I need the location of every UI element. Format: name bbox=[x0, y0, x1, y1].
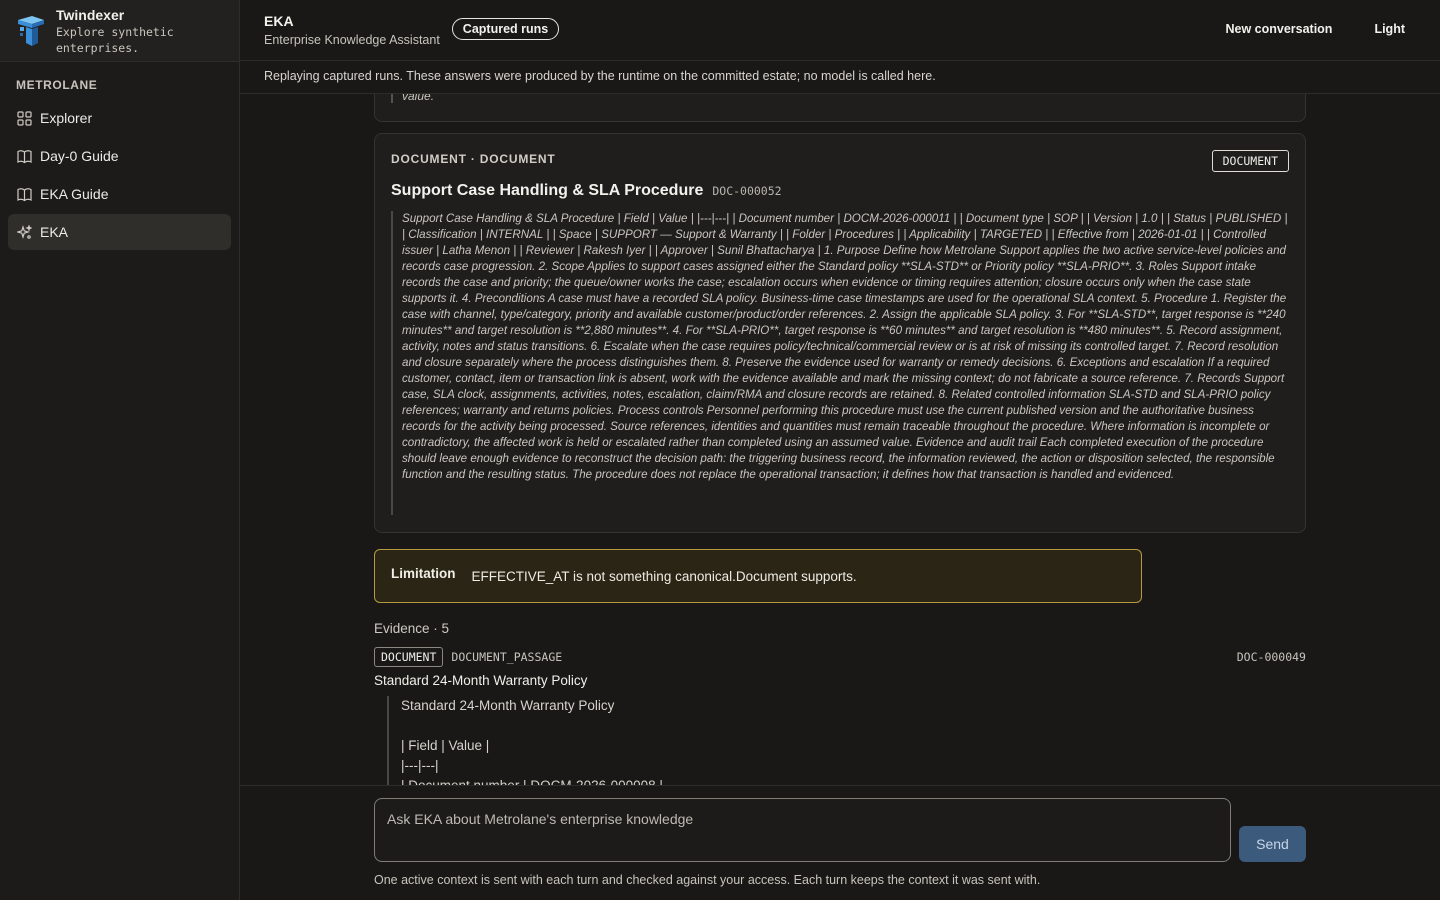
document-type-tag: DOCUMENT bbox=[1211, 150, 1289, 172]
composer-note: One active context is sent with each tur… bbox=[374, 873, 1041, 887]
twindexer-logo-icon bbox=[18, 16, 44, 46]
theme-toggle-button[interactable]: Light bbox=[1374, 22, 1405, 36]
brand-name: Twindexer bbox=[56, 7, 125, 23]
document-title[interactable]: Support Case Handling & SLA Procedure bbox=[391, 182, 703, 200]
evidence-excerpt: Standard 24-Month Warranty Policy | Fiel… bbox=[387, 696, 663, 785]
book-icon bbox=[16, 186, 32, 202]
captured-runs-badge: Captured runs bbox=[451, 18, 560, 40]
replay-notice: Replaying captured runs. These answers w… bbox=[240, 61, 1440, 94]
page-subtitle: Enterprise Knowledge Assistant bbox=[264, 33, 440, 47]
sidebar-item-day0-guide[interactable]: Day-0 Guide bbox=[8, 138, 231, 174]
send-button[interactable]: Send bbox=[1239, 826, 1306, 862]
sidebar-item-label: EKA bbox=[40, 224, 69, 240]
evidence-kind: DOCUMENT_PASSAGE bbox=[451, 650, 563, 664]
page-title: EKA bbox=[264, 13, 294, 29]
top-header: EKA Enterprise Knowledge Assistant Captu… bbox=[240, 0, 1440, 61]
previous-document-card: value. bbox=[374, 94, 1306, 122]
limitation-label: Limitation bbox=[391, 565, 456, 581]
document-id: DOC-000052 bbox=[712, 184, 782, 198]
evidence-type-tag: DOCUMENT bbox=[374, 647, 444, 667]
sparkle-icon bbox=[16, 224, 32, 240]
composer: Send One active context is sent with eac… bbox=[240, 785, 1440, 900]
limitation-callout: Limitation EFFECTIVE_AT is not something… bbox=[374, 549, 1142, 603]
sidebar-item-label: Explorer bbox=[40, 110, 93, 126]
message-input[interactable] bbox=[374, 798, 1231, 862]
brand[interactable]: Twindexer Explore synthetic enterprises. bbox=[0, 0, 239, 62]
sidebar-item-label: EKA Guide bbox=[40, 186, 109, 202]
sidebar-section-label: METROLANE bbox=[16, 78, 98, 92]
document-card: DOCUMENT · DOCUMENT DOCUMENT Support Cas… bbox=[374, 133, 1306, 533]
sidebar-item-label: Day-0 Guide bbox=[40, 148, 119, 164]
evidence-header: Evidence · 5 bbox=[374, 621, 450, 636]
evidence-item-meta: DOCUMENT DOCUMENT_PASSAGE DOC-000049 bbox=[374, 647, 1306, 667]
document-excerpt: Support Case Handling & SLA Procedure | … bbox=[391, 211, 1289, 515]
sidebar-item-eka-guide[interactable]: EKA Guide bbox=[8, 176, 231, 212]
evidence-id: DOC-000049 bbox=[1236, 650, 1306, 664]
sidebar-item-explorer[interactable]: Explorer bbox=[8, 100, 231, 136]
sidebar-item-eka[interactable]: EKA bbox=[8, 214, 231, 250]
grid-icon bbox=[16, 110, 32, 126]
sidebar: Twindexer Explore synthetic enterprises.… bbox=[0, 0, 240, 900]
document-kicker: DOCUMENT · DOCUMENT bbox=[391, 152, 556, 166]
new-conversation-button[interactable]: New conversation bbox=[1225, 22, 1332, 36]
limitation-text: EFFECTIVE_AT is not something canonical.… bbox=[471, 568, 857, 584]
book-icon bbox=[16, 148, 32, 164]
previous-card-text: value. bbox=[391, 94, 434, 103]
brand-tagline: Explore synthetic enterprises. bbox=[56, 25, 174, 55]
sidebar-nav: Explorer Day-0 Guide EKA Guide EKA bbox=[0, 100, 239, 250]
evidence-title[interactable]: Standard 24-Month Warranty Policy bbox=[374, 673, 587, 688]
conversation-scroll[interactable]: value. DOCUMENT · DOCUMENT DOCUMENT Supp… bbox=[240, 94, 1440, 785]
